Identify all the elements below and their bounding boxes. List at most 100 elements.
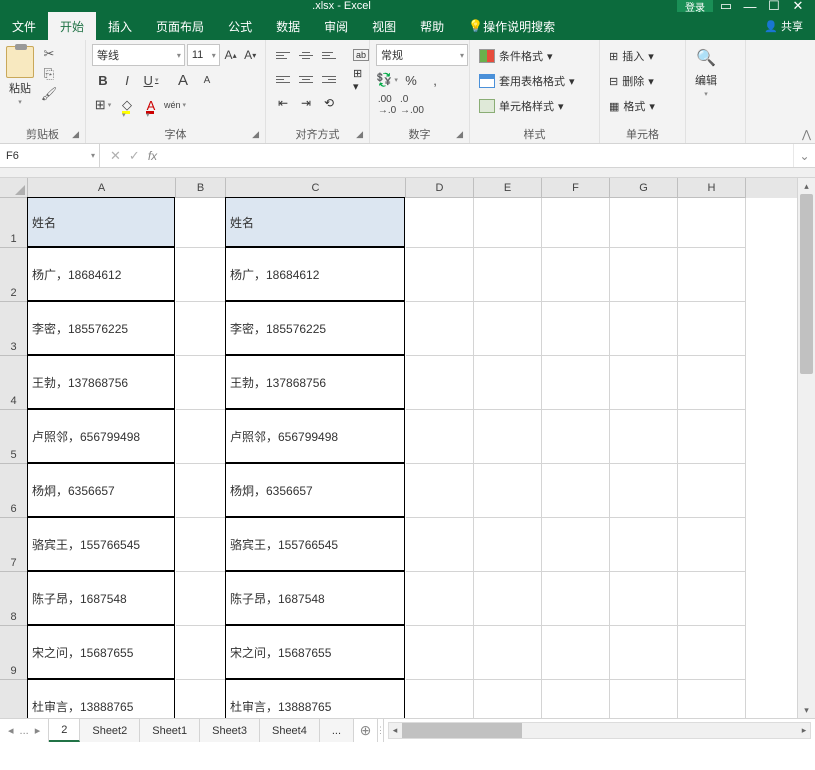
sheet-tab-2[interactable]: 2 [49, 719, 80, 742]
align-right-button[interactable] [318, 68, 340, 90]
tab-view[interactable]: 视图 [360, 12, 408, 40]
cell-A3[interactable]: 李密，185576225 [27, 301, 175, 355]
column-header-C[interactable]: C [226, 178, 406, 198]
cell-F8[interactable] [542, 572, 610, 626]
percent-button[interactable]: % [400, 69, 422, 91]
cell-F2[interactable] [542, 248, 610, 302]
sheet-tab-Sheet3[interactable]: Sheet3 [200, 719, 260, 742]
cell-C3[interactable]: 李密，185576225 [225, 301, 405, 355]
cell-H3[interactable] [678, 302, 746, 356]
column-header-H[interactable]: H [678, 178, 746, 198]
tab-home[interactable]: 开始 [48, 12, 96, 40]
cell-A8[interactable]: 陈子昂，1687548 [27, 571, 175, 625]
cell-F4[interactable] [542, 356, 610, 410]
cell-G4[interactable] [610, 356, 678, 410]
name-box[interactable]: F6▾ [0, 144, 100, 167]
cell-G6[interactable] [610, 464, 678, 518]
cell-F6[interactable] [542, 464, 610, 518]
tab-file[interactable]: 文件 [0, 12, 48, 40]
cell-C8[interactable]: 陈子昂，1687548 [225, 571, 405, 625]
tab-data[interactable]: 数据 [264, 12, 312, 40]
cell-B9[interactable] [176, 626, 226, 680]
cell-E10[interactable] [474, 680, 542, 718]
increase-font-button[interactable]: A▴ [222, 44, 240, 66]
tab-scroll-split[interactable]: ⋮ [378, 719, 384, 742]
cell-C5[interactable]: 卢照邻，656799498 [225, 409, 405, 463]
tab-help[interactable]: 帮助 [408, 12, 456, 40]
font-name-combo[interactable]: 等线▾ [92, 44, 185, 66]
conditional-format-button[interactable]: 条件格式 ▾ [477, 45, 577, 67]
cell-H2[interactable] [678, 248, 746, 302]
cell-G9[interactable] [610, 626, 678, 680]
insert-function-icon[interactable]: fx [148, 149, 157, 163]
align-center-button[interactable] [295, 68, 317, 90]
column-header-A[interactable]: A [28, 178, 176, 198]
column-header-E[interactable]: E [474, 178, 542, 198]
cell-G5[interactable] [610, 410, 678, 464]
cell-H4[interactable] [678, 356, 746, 410]
clipboard-launcher[interactable]: ◢ [72, 129, 79, 140]
accept-formula-icon[interactable]: ✓ [129, 148, 140, 164]
font-size-combo[interactable]: 11▾ [187, 44, 220, 66]
cell-E8[interactable] [474, 572, 542, 626]
delete-cells-button[interactable]: ⊟ 删除 ▾ [607, 70, 657, 92]
cell-B6[interactable] [176, 464, 226, 518]
italic-button[interactable]: I [116, 69, 138, 91]
cell-A9[interactable]: 宋之问，15687655 [27, 625, 175, 679]
format-table-button[interactable]: 套用表格格式 ▾ [477, 70, 577, 92]
cell-G2[interactable] [610, 248, 678, 302]
cell-D8[interactable] [406, 572, 474, 626]
increase-indent-button[interactable]: ⇥ [295, 92, 317, 114]
cell-H8[interactable] [678, 572, 746, 626]
cell-B3[interactable] [176, 302, 226, 356]
cell-C10[interactable]: 杜审言，13888765 [225, 679, 405, 718]
cell-E4[interactable] [474, 356, 542, 410]
cell-G1[interactable] [610, 198, 678, 248]
cell-B7[interactable] [176, 518, 226, 572]
cell-C4[interactable]: 王勃，137868756 [225, 355, 405, 409]
cell-D6[interactable] [406, 464, 474, 518]
cell-F7[interactable] [542, 518, 610, 572]
cell-A1[interactable]: 姓名 [27, 197, 175, 247]
cell-A2[interactable]: 杨广，18684612 [27, 247, 175, 301]
cell-H5[interactable] [678, 410, 746, 464]
align-middle-button[interactable] [295, 44, 317, 66]
cell-D9[interactable] [406, 626, 474, 680]
cell-G7[interactable] [610, 518, 678, 572]
cell-E9[interactable] [474, 626, 542, 680]
add-sheet-button[interactable]: ⊕ [354, 719, 378, 742]
cell-H10[interactable] [678, 680, 746, 718]
column-header-G[interactable]: G [610, 178, 678, 198]
cell-H7[interactable] [678, 518, 746, 572]
row-header-10[interactable]: 10 [0, 680, 28, 718]
font-color-button[interactable]: A [140, 94, 162, 116]
cell-G10[interactable] [610, 680, 678, 718]
row-header-6[interactable]: 6 [0, 464, 28, 518]
bold-button[interactable]: B [92, 69, 114, 91]
sheet-tab-Sheet1[interactable]: Sheet1 [140, 719, 200, 742]
cell-E1[interactable] [474, 198, 542, 248]
cell-C6[interactable]: 杨炯，6356657 [225, 463, 405, 517]
cell-C1[interactable]: 姓名 [225, 197, 405, 247]
font-shrink-button[interactable]: A [196, 69, 218, 91]
cell-A7[interactable]: 骆宾王，155766545 [27, 517, 175, 571]
cell-E7[interactable] [474, 518, 542, 572]
number-format-combo[interactable]: 常规▾ [376, 44, 468, 66]
cell-B8[interactable] [176, 572, 226, 626]
cell-H1[interactable] [678, 198, 746, 248]
insert-cells-button[interactable]: ⊞ 插入 ▾ [607, 45, 657, 67]
cell-B2[interactable] [176, 248, 226, 302]
sheet-tab-Sheet2[interactable]: Sheet2 [80, 719, 140, 742]
cell-C7[interactable]: 骆宾王，155766545 [225, 517, 405, 571]
format-cells-button[interactable]: ▦ 格式 ▾ [607, 95, 657, 117]
column-headers[interactable]: ABCDEFGH [0, 178, 797, 198]
sheet-tab-Sheet4[interactable]: Sheet4 [260, 719, 320, 742]
align-bottom-button[interactable] [318, 44, 340, 66]
select-all-corner[interactable] [0, 178, 28, 198]
accounting-button[interactable]: 💱 [376, 69, 398, 91]
phonetic-button[interactable]: wén [164, 94, 186, 116]
cell-E3[interactable] [474, 302, 542, 356]
find-select-button[interactable]: 🔍 [694, 46, 718, 70]
sheet-overflow[interactable]: ... [320, 719, 354, 742]
vscroll-thumb[interactable] [800, 194, 813, 374]
